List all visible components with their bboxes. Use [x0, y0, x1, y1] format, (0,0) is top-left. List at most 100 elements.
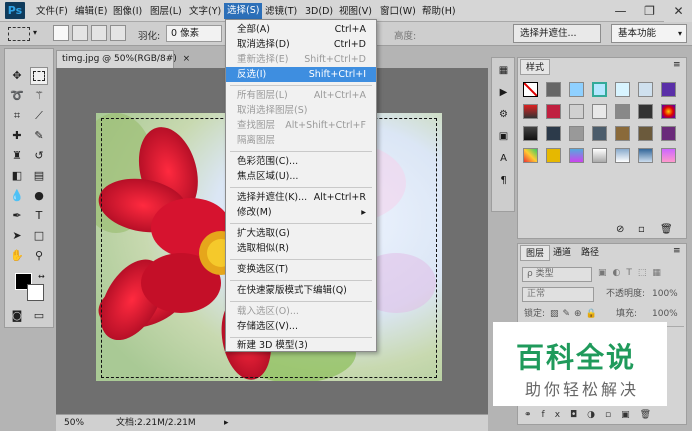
clone-stamp-icon[interactable]: ♜	[8, 147, 26, 165]
style-swatch[interactable]	[661, 82, 676, 97]
close-tab-icon[interactable]: ×	[183, 54, 191, 64]
layer-kind-filter[interactable]: ρ 类型	[522, 267, 592, 282]
crop-icon[interactable]: ⌗	[8, 107, 26, 125]
subtract-selection-icon[interactable]	[91, 25, 107, 41]
tab-channels[interactable]: 通道	[548, 245, 576, 261]
style-swatch[interactable]	[569, 148, 584, 163]
style-swatch[interactable]	[523, 104, 538, 119]
paragraph-icon[interactable]: ¶	[494, 172, 513, 190]
swap-colors-icon[interactable]: ↔	[38, 272, 45, 281]
menu-view[interactable]: 视图(V)	[339, 4, 372, 19]
menu-item-all-layers[interactable]: 所有图层(L) Alt+Ctrl+A	[226, 88, 376, 103]
menu-item-focus-area[interactable]: 焦点区域(U)...	[226, 169, 376, 184]
style-swatch[interactable]	[546, 82, 561, 97]
quick-mask-icon[interactable]: ◙	[8, 307, 26, 325]
tab-paths[interactable]: 路径	[576, 245, 604, 261]
feather-input[interactable]: 0 像素	[166, 25, 222, 42]
layer-footer-icons[interactable]: ⚭fx◘◑▫▣🗑	[524, 410, 661, 420]
style-swatch[interactable]	[638, 82, 653, 97]
style-swatch[interactable]	[592, 148, 607, 163]
healing-brush-icon[interactable]: ✚	[8, 127, 26, 145]
restore-icon[interactable]: ❐	[635, 0, 664, 22]
rectangular-marquee-icon[interactable]	[30, 67, 48, 85]
style-swatch[interactable]	[661, 104, 676, 119]
menu-item-reselect[interactable]: 重新选择(E) Shift+Ctrl+D	[226, 52, 376, 67]
select-and-mask-button[interactable]: 选择并遮住...	[513, 24, 601, 43]
style-swatch[interactable]	[569, 82, 584, 97]
lock-icons[interactable]: ▨✎⊕🔒	[550, 305, 601, 323]
menu-item-select-and-mask[interactable]: 选择并遮住(K)... Alt+Ctrl+R	[226, 190, 376, 205]
actions-play-icon[interactable]: ▶	[494, 84, 513, 102]
add-selection-icon[interactable]	[72, 25, 88, 41]
style-swatch[interactable]	[615, 148, 630, 163]
style-swatch[interactable]	[569, 104, 584, 119]
style-swatch[interactable]	[615, 104, 630, 119]
workspace-select[interactable]: 基本功能 ▾	[611, 24, 687, 43]
style-swatch[interactable]	[592, 82, 607, 97]
menu-3d[interactable]: 3D(D)	[305, 4, 333, 19]
new-style-icon[interactable]: ▫	[638, 224, 645, 235]
layer-filter-icons[interactable]: ▣◐T⬚▦	[598, 268, 667, 278]
rectangle-shape-icon[interactable]: □	[30, 227, 48, 245]
trash-icon[interactable]: 🗑	[660, 224, 673, 235]
panel-menu-icon[interactable]: ≡	[673, 60, 681, 70]
gradient-icon[interactable]: ▤	[30, 167, 48, 185]
style-swatch[interactable]	[592, 104, 607, 119]
panel-menu-icon[interactable]: ≡	[673, 246, 681, 256]
style-swatch[interactable]	[661, 148, 676, 163]
move-tool-icon[interactable]: ✥	[8, 67, 26, 85]
style-swatch[interactable]	[638, 148, 653, 163]
style-swatch[interactable]	[546, 104, 561, 119]
blur-icon[interactable]: 💧	[8, 187, 26, 205]
no-style-icon[interactable]: ⊘	[616, 224, 624, 235]
menu-item-isolate-layers[interactable]: 隔离图层	[226, 133, 376, 148]
opacity-value[interactable]: 100%	[652, 285, 678, 303]
new-selection-icon[interactable]	[53, 25, 69, 41]
menu-item-similar[interactable]: 选取相似(R)	[226, 241, 376, 256]
menu-item-color-range[interactable]: 色彩范围(C)...	[226, 154, 376, 169]
type-icon[interactable]: T	[30, 207, 48, 225]
minimize-icon[interactable]: —	[606, 0, 635, 22]
menu-file[interactable]: 文件(F)	[36, 4, 68, 19]
style-swatch[interactable]	[661, 126, 676, 141]
marquee-preset-icon[interactable]	[8, 27, 30, 41]
menu-item-deselect[interactable]: 取消选择(D) Ctrl+D	[226, 37, 376, 52]
intersect-selection-icon[interactable]	[110, 25, 126, 41]
style-swatch[interactable]	[546, 126, 561, 141]
adjustments-icon[interactable]: ▣	[494, 128, 513, 146]
eyedropper-icon[interactable]: ⟋	[30, 107, 48, 125]
fill-value[interactable]: 100%	[652, 305, 678, 323]
style-swatch[interactable]	[523, 148, 538, 163]
style-swatch[interactable]	[638, 104, 653, 119]
menu-item-all[interactable]: 全部(A) Ctrl+A	[226, 22, 376, 37]
pen-icon[interactable]: ✒	[8, 207, 26, 225]
menu-layer[interactable]: 图层(L)	[150, 4, 182, 19]
style-swatch[interactable]	[615, 82, 630, 97]
menu-type[interactable]: 文字(Y)	[189, 4, 221, 19]
style-swatch[interactable]	[615, 126, 630, 141]
menu-window[interactable]: 窗口(W)	[380, 4, 416, 19]
status-arrow-icon[interactable]: ▸	[224, 415, 229, 431]
screen-mode-icon[interactable]: ▭	[30, 307, 48, 325]
eraser-icon[interactable]: ◧	[8, 167, 26, 185]
chevron-down-icon[interactable]: ▾	[33, 28, 37, 37]
path-selection-icon[interactable]: ➤	[8, 227, 26, 245]
menu-item-inverse[interactable]: 反选(I) Shift+Ctrl+I	[226, 67, 376, 82]
menu-item-load-selection[interactable]: 载入选区(O)...	[226, 304, 376, 319]
menu-item-new-3d-model[interactable]: 新建 3D 模型(3)	[226, 338, 376, 353]
menu-help[interactable]: 帮助(H)	[422, 4, 456, 19]
character-icon[interactable]: A	[494, 150, 513, 168]
style-swatch[interactable]	[523, 126, 538, 141]
lasso-icon[interactable]: ➰	[8, 87, 26, 105]
zoom-icon[interactable]: ⚲	[30, 247, 48, 265]
document-tab[interactable]: timg.jpg @ 50%(RGB/8#) ×	[56, 50, 190, 68]
menu-item-quick-mask[interactable]: 在快速蒙版模式下编辑(Q)	[226, 283, 376, 298]
style-swatch[interactable]	[638, 126, 653, 141]
menu-edit[interactable]: 编辑(E)	[75, 4, 107, 19]
dodge-icon[interactable]: ●	[30, 187, 48, 205]
menu-select[interactable]: 选择(S)	[224, 3, 263, 19]
style-swatch[interactable]	[569, 126, 584, 141]
hand-icon[interactable]: ✋	[8, 247, 26, 265]
menu-item-modify[interactable]: 修改(M) ▸	[226, 205, 376, 220]
styles-tab[interactable]: 样式	[520, 59, 551, 75]
